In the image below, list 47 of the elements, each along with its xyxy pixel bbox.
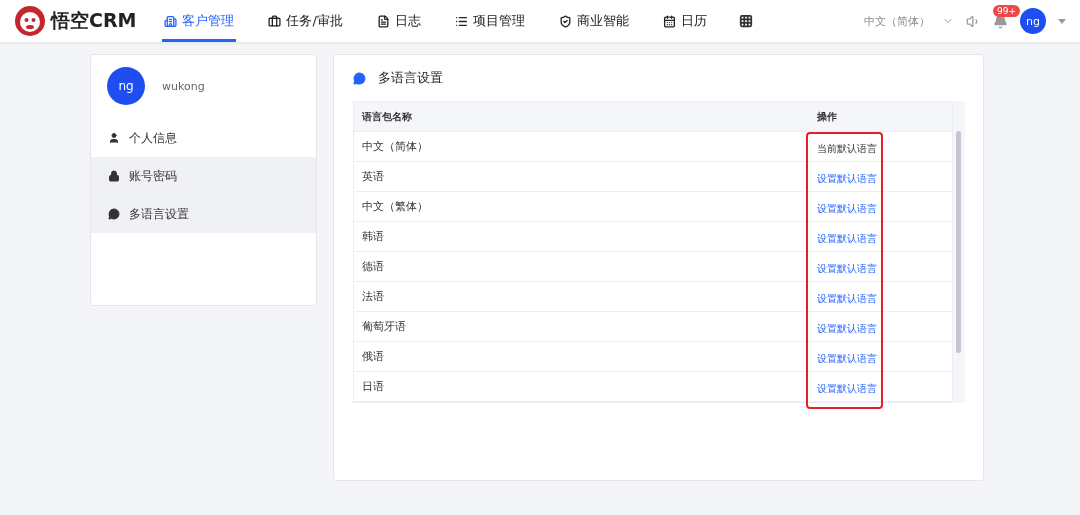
logo-text: 悟空CRM: [51, 8, 137, 33]
table-cell-text: 法语: [361, 289, 385, 304]
chat-icon: [353, 71, 366, 85]
column-header: 操作: [816, 109, 838, 124]
language-selector[interactable]: 中文（简体）: [864, 13, 930, 29]
table-cell-text: 英语: [361, 169, 385, 184]
notification-badge: 99+: [993, 4, 1020, 17]
calendar-icon: [662, 14, 676, 28]
document-icon: [376, 14, 390, 28]
shield-check-icon: [558, 14, 572, 28]
username: wukong: [162, 79, 205, 93]
nav-tab[interactable]: 日志: [374, 0, 423, 42]
set-default-link[interactable]: 设置默认语言: [809, 233, 877, 244]
table-cell-text: 韩语: [361, 229, 385, 244]
set-default-link[interactable]: 设置默认语言: [809, 323, 877, 334]
caret-down-icon[interactable]: [1058, 18, 1066, 24]
chat-icon: [108, 208, 120, 220]
table-cell-text: 葡萄牙语: [361, 319, 407, 334]
briefcase-icon: [268, 14, 282, 28]
table-cell-text: 日语: [361, 379, 385, 394]
set-default-link[interactable]: 设置默认语言: [809, 263, 877, 274]
table-cell-text: 俄语: [361, 349, 385, 364]
current-default-text: 当前默认语言: [816, 143, 877, 154]
nav-tab[interactable]: 客户管理: [162, 0, 237, 42]
user-avatar[interactable]: ng: [1020, 8, 1046, 34]
column-header: 语言包名称: [361, 109, 413, 124]
building-icon: [164, 14, 178, 28]
nav-tab[interactable]: 任务/审批: [266, 0, 345, 42]
scrollbar[interactable]: [953, 101, 965, 403]
panel-title: 多语言设置: [378, 69, 443, 87]
list-icon: [454, 14, 468, 28]
sidebar-item[interactable]: 账号密码: [91, 157, 316, 195]
nav-tab[interactable]: 日历: [660, 0, 709, 42]
sidebar-item[interactable]: 多语言设置: [91, 195, 316, 233]
set-default-link[interactable]: 设置默认语言: [809, 383, 877, 394]
table-cell-text: 德语: [361, 259, 385, 274]
table-cell-text: 中文（繁体）: [361, 199, 429, 214]
set-default-link[interactable]: 设置默认语言: [809, 173, 877, 184]
nav-tab[interactable]: 项目管理: [452, 0, 527, 42]
set-default-link[interactable]: 设置默认语言: [809, 203, 877, 214]
nav-tab[interactable]: 商业智能: [556, 0, 631, 42]
set-default-link[interactable]: 设置默认语言: [809, 353, 877, 364]
apps-grid-icon[interactable]: [738, 14, 753, 28]
set-default-link[interactable]: 设置默认语言: [809, 293, 877, 304]
user-icon: [108, 132, 120, 144]
profile-avatar: ng: [107, 67, 145, 105]
table-cell-text: 中文（简体）: [361, 139, 429, 154]
